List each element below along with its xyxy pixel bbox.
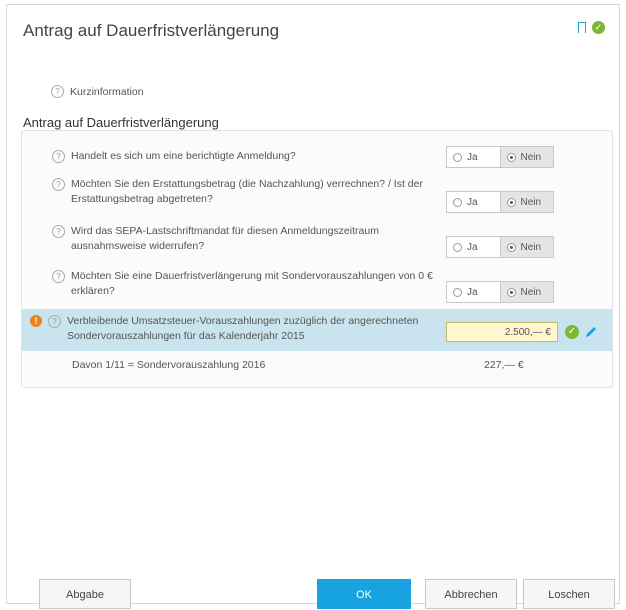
question-row: ? Möchten Sie eine Dauerfristverlängerun… — [52, 269, 442, 299]
question-label: Wird das SEPA-Lastschriftmandat für dies… — [71, 225, 379, 252]
question-label: Möchten Sie eine Dauerfristverlängerung … — [71, 270, 433, 297]
radio-nein[interactable]: Nein — [499, 237, 553, 257]
section-title: Antrag auf Dauerfristverlängerung — [23, 115, 219, 130]
radio-label: Ja — [467, 151, 478, 163]
status-ok-icon: ✓ — [592, 21, 605, 34]
radio-button-icon[interactable] — [453, 287, 462, 297]
bookmark-icon[interactable] — [578, 22, 586, 33]
radio-button-icon[interactable] — [506, 287, 516, 297]
radio-button-icon[interactable] — [506, 242, 516, 252]
sondervorauszahlung-value: 227,— € — [484, 359, 524, 371]
pencil-icon[interactable] — [584, 325, 598, 339]
radio-group-berichtigte-anmeldung: Ja Nein — [446, 146, 554, 168]
help-icon[interactable]: ? — [51, 85, 64, 98]
amount-label: Verbleibende Umsatzsteuer-Vorauszahlunge… — [67, 315, 419, 342]
abbrechen-button[interactable]: Abbrechen — [425, 579, 517, 609]
help-icon[interactable]: ? — [52, 178, 65, 191]
radio-ja[interactable]: Ja — [447, 237, 500, 257]
radio-ja[interactable]: Ja — [447, 192, 500, 212]
question-row: ? Möchten Sie den Erstattungsbetrag (die… — [52, 177, 442, 207]
help-icon[interactable]: ? — [52, 150, 65, 163]
form-panel: ? Handelt es sich um eine berichtigte An… — [21, 130, 613, 388]
kurzinformation-label[interactable]: Kurzinformation — [70, 86, 144, 98]
radio-button-icon[interactable] — [453, 197, 462, 207]
radio-label: Ja — [467, 241, 478, 253]
question-label: Handelt es sich um eine berichtigte Anme… — [71, 150, 296, 162]
radio-button-icon[interactable] — [453, 152, 462, 162]
radio-nein[interactable]: Nein — [499, 192, 553, 212]
radio-nein[interactable]: Nein — [499, 147, 553, 167]
radio-label: Nein — [520, 241, 542, 253]
help-icon[interactable]: ? — [52, 225, 65, 238]
dialog-title: Antrag auf Dauerfristverlängerung — [23, 21, 280, 40]
confirm-check-icon[interactable]: ✓ — [565, 325, 579, 339]
kurzinformation-link[interactable]: ? Kurzinformation — [51, 85, 144, 98]
loschen-button[interactable]: Loschen — [523, 579, 615, 609]
radio-ja[interactable]: Ja — [447, 147, 500, 167]
radio-group-dauerfrist: Ja Nein — [446, 281, 554, 303]
dialog-window: Antrag auf Dauerfristverlängerung ✓ ? Ku… — [6, 4, 620, 609]
radio-button-icon[interactable] — [453, 242, 462, 252]
radio-label: Nein — [520, 286, 542, 298]
radio-label: Nein — [520, 196, 542, 208]
question-row: ? Wird das SEPA-Lastschriftmandat für di… — [52, 224, 442, 254]
radio-group-erstattungsbetrag: Ja Nein — [446, 191, 554, 213]
radio-group-sepa: Ja Nein — [446, 236, 554, 258]
header-icons: ✓ — [578, 21, 605, 34]
help-icon[interactable]: ? — [52, 270, 65, 283]
radio-label: Ja — [467, 286, 478, 298]
question-row: ? Handelt es sich um eine berichtigte An… — [52, 149, 442, 164]
question-label: Möchten Sie den Erstattungsbetrag (die N… — [71, 178, 423, 205]
radio-nein[interactable]: Nein — [499, 282, 553, 302]
radio-label: Ja — [467, 196, 478, 208]
warning-icon: ! — [30, 315, 42, 327]
ok-button[interactable]: OK — [317, 579, 411, 609]
help-icon[interactable]: ? — [48, 315, 61, 328]
radio-button-icon[interactable] — [506, 197, 516, 207]
radio-label: Nein — [520, 151, 542, 163]
radio-ja[interactable]: Ja — [447, 282, 500, 302]
amount-input[interactable]: 2.500,— € — [446, 322, 558, 342]
question-row: ! ? Verbleibende Umsatzsteuer-Vorauszahl… — [30, 314, 440, 344]
sondervorauszahlung-label: Davon 1/11 = Sondervorauszahlung 2016 — [72, 359, 266, 371]
abgabe-button[interactable]: Abgabe — [39, 579, 131, 609]
radio-button-icon[interactable] — [506, 152, 516, 162]
